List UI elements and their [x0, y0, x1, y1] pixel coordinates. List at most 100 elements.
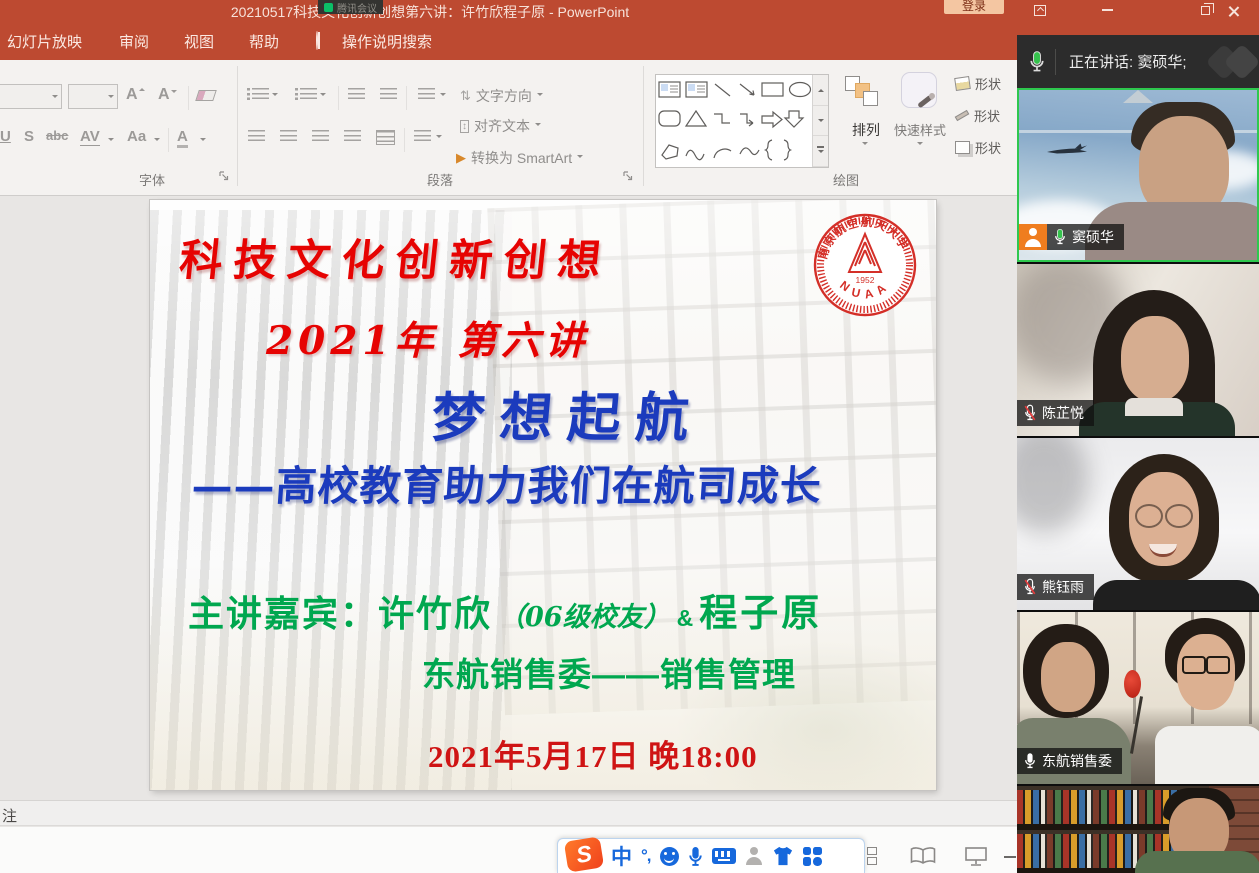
slide-lecture-number: 2021年 第六讲 — [266, 310, 589, 366]
mic-muted-icon — [1024, 578, 1036, 596]
shapes-gallery-scrollbar[interactable] — [812, 75, 828, 167]
tab-help[interactable]: 帮助 — [249, 31, 279, 52]
slide-canvas[interactable]: 科技文化创新创想 2021年 第六讲 梦想起航 ——高校教育助力我们在航司成长 … — [150, 200, 936, 790]
meeting-panel-header[interactable]: 正在讲话: 窦硕华; — [1017, 35, 1259, 88]
minimize-button[interactable] — [1092, 1, 1122, 19]
underline-button[interactable]: U — [0, 128, 11, 145]
ribbon-options-icon — [1034, 5, 1046, 16]
participant-name: 熊钰雨 — [1042, 577, 1084, 597]
shape-effects-button[interactable]: 形状 — [955, 138, 1001, 157]
quick-styles-button[interactable]: 快速样式 — [890, 120, 950, 139]
ime-toolbox-button[interactable] — [803, 847, 822, 866]
panel-collapse-handle[interactable] — [1123, 90, 1153, 103]
login-button[interactable]: 登录 — [944, 0, 1004, 14]
ime-voice-button[interactable] — [688, 846, 703, 867]
columns-button[interactable] — [414, 130, 431, 143]
shapes-scroll-up-button[interactable] — [813, 75, 828, 106]
participant-name-chip: 陈芷悦 — [1017, 400, 1094, 426]
text-direction-icon: ⇅ — [460, 88, 471, 104]
shapes-gallery[interactable] — [655, 74, 829, 168]
meeting-app-icon — [324, 3, 333, 12]
change-case-button[interactable]: Aa — [127, 128, 146, 145]
distribute-button[interactable] — [376, 130, 395, 145]
restore-icon — [1201, 6, 1210, 15]
grow-font-button[interactable]: A — [126, 86, 138, 104]
align-center-button[interactable] — [280, 130, 297, 143]
meeting-video-panel: 正在讲话: 窦硕华; 窦硕华 — [1017, 35, 1259, 873]
ribbon-display-options-button[interactable] — [1025, 1, 1055, 19]
participant-tile[interactable] — [1017, 786, 1259, 873]
participant-tile[interactable]: 窦硕华 — [1017, 88, 1259, 262]
participant-name: 陈芷悦 — [1042, 403, 1084, 423]
close-button[interactable] — [1218, 1, 1248, 19]
font-color-button[interactable]: A — [177, 128, 188, 148]
font-name-combo[interactable] — [0, 84, 62, 109]
participant-name-chip: 窦硕华 — [1047, 224, 1124, 250]
tab-slideshow[interactable]: 幻灯片放映 — [7, 31, 82, 52]
align-text-button[interactable]: ↕ 对齐文本 — [460, 116, 541, 136]
participant-tile[interactable]: 东航销售委 — [1017, 612, 1259, 784]
drawing-group-label: 绘图 — [833, 170, 859, 189]
restore-button[interactable] — [1190, 1, 1220, 19]
increase-indent-button[interactable] — [380, 88, 397, 101]
shapes-scroll-down-button[interactable] — [813, 106, 828, 137]
shape-effects-icon — [955, 141, 970, 154]
tell-me-search[interactable]: 操作说明搜索 — [342, 31, 432, 52]
strikethrough-button[interactable]: abc — [46, 128, 68, 143]
convert-smartart-button[interactable]: ▶ 转换为 SmartArt — [456, 148, 583, 168]
align-left-button[interactable] — [248, 130, 265, 143]
participant-tile[interactable]: 陈芷悦 — [1017, 264, 1259, 436]
shape-glyphs — [656, 75, 812, 167]
reading-view-button[interactable] — [910, 847, 936, 865]
ime-punctuation-button[interactable]: °, — [641, 846, 651, 866]
arrange-button[interactable]: 排列 — [840, 120, 892, 140]
shape-fill-button[interactable]: 形状 — [955, 74, 1001, 93]
font-size-combo[interactable] — [68, 84, 118, 109]
font-dialog-launcher[interactable] — [218, 170, 230, 182]
sogou-logo-icon[interactable]: S — [564, 836, 604, 872]
participant-tile[interactable]: 熊钰雨 — [1017, 438, 1259, 610]
line-spacing-button[interactable] — [418, 88, 435, 101]
paragraph-dialog-launcher[interactable] — [622, 170, 634, 182]
character-spacing-button[interactable]: AV — [80, 128, 100, 146]
clear-formatting-button[interactable] — [195, 90, 217, 101]
glasses — [1133, 504, 1195, 526]
shape-outline-button[interactable]: 形状 — [955, 106, 1000, 125]
shapes-more-button[interactable] — [813, 136, 828, 167]
meeting-app-label: 腾讯会议 — [337, 0, 377, 15]
mic-muted-icon — [1024, 404, 1036, 422]
shape-fill-icon — [954, 76, 971, 91]
text-shadow-button[interactable]: S — [24, 128, 34, 145]
paragraph-group-label: 段落 — [408, 170, 472, 189]
bullets-button[interactable] — [252, 88, 269, 101]
tab-review[interactable]: 审阅 — [119, 31, 149, 52]
title-bar: 20210517科技文化创新创想第六讲：许竹欣程子原 - PowerPoint … — [0, 0, 1259, 22]
numbering-button[interactable] — [300, 88, 317, 101]
ime-skin-button[interactable] — [772, 846, 794, 866]
shrink-font-button[interactable]: A — [158, 86, 170, 104]
slideshow-view-button[interactable] — [965, 847, 987, 866]
sogou-ime-toolbar[interactable]: S 中 °, — [557, 838, 865, 873]
slide-department-line: 东航销售委——销售管理 — [422, 648, 796, 696]
tencent-meeting-overlay[interactable]: 腾讯会议 — [318, 0, 383, 14]
ime-emoji-button[interactable] — [660, 847, 679, 866]
justify-button[interactable] — [344, 130, 361, 143]
ime-account-button[interactable] — [745, 847, 763, 865]
ime-language-mode-button[interactable]: 中 — [611, 841, 632, 871]
logo-year: 1952 — [856, 275, 875, 285]
participant-name: 东航销售委 — [1042, 751, 1112, 771]
align-right-button[interactable] — [312, 130, 329, 143]
text-direction-button[interactable]: ⇅ 文字方向 — [460, 86, 543, 106]
airplane-icon — [1045, 142, 1089, 160]
ime-keyboard-button[interactable] — [712, 848, 736, 864]
slide-subheadline: ——高校教育助力我们在航司成长 — [190, 452, 824, 512]
slide-series-title: 科技文化创新创想 — [177, 226, 616, 288]
tab-view[interactable]: 视图 — [184, 31, 214, 52]
zoom-out-button[interactable] — [1004, 856, 1016, 858]
nuaa-logo: 南京航空航天大学 1952 NUAA — [812, 212, 918, 318]
powerpoint-window: 20210517科技文化创新创想第六讲：许竹欣程子原 - PowerPoint … — [0, 0, 1259, 873]
quick-styles-icon — [901, 72, 937, 108]
decrease-indent-button[interactable] — [348, 88, 365, 101]
tell-me-bulb-icon — [316, 32, 329, 49]
notes-pane-header[interactable]: 注 — [0, 800, 1017, 826]
